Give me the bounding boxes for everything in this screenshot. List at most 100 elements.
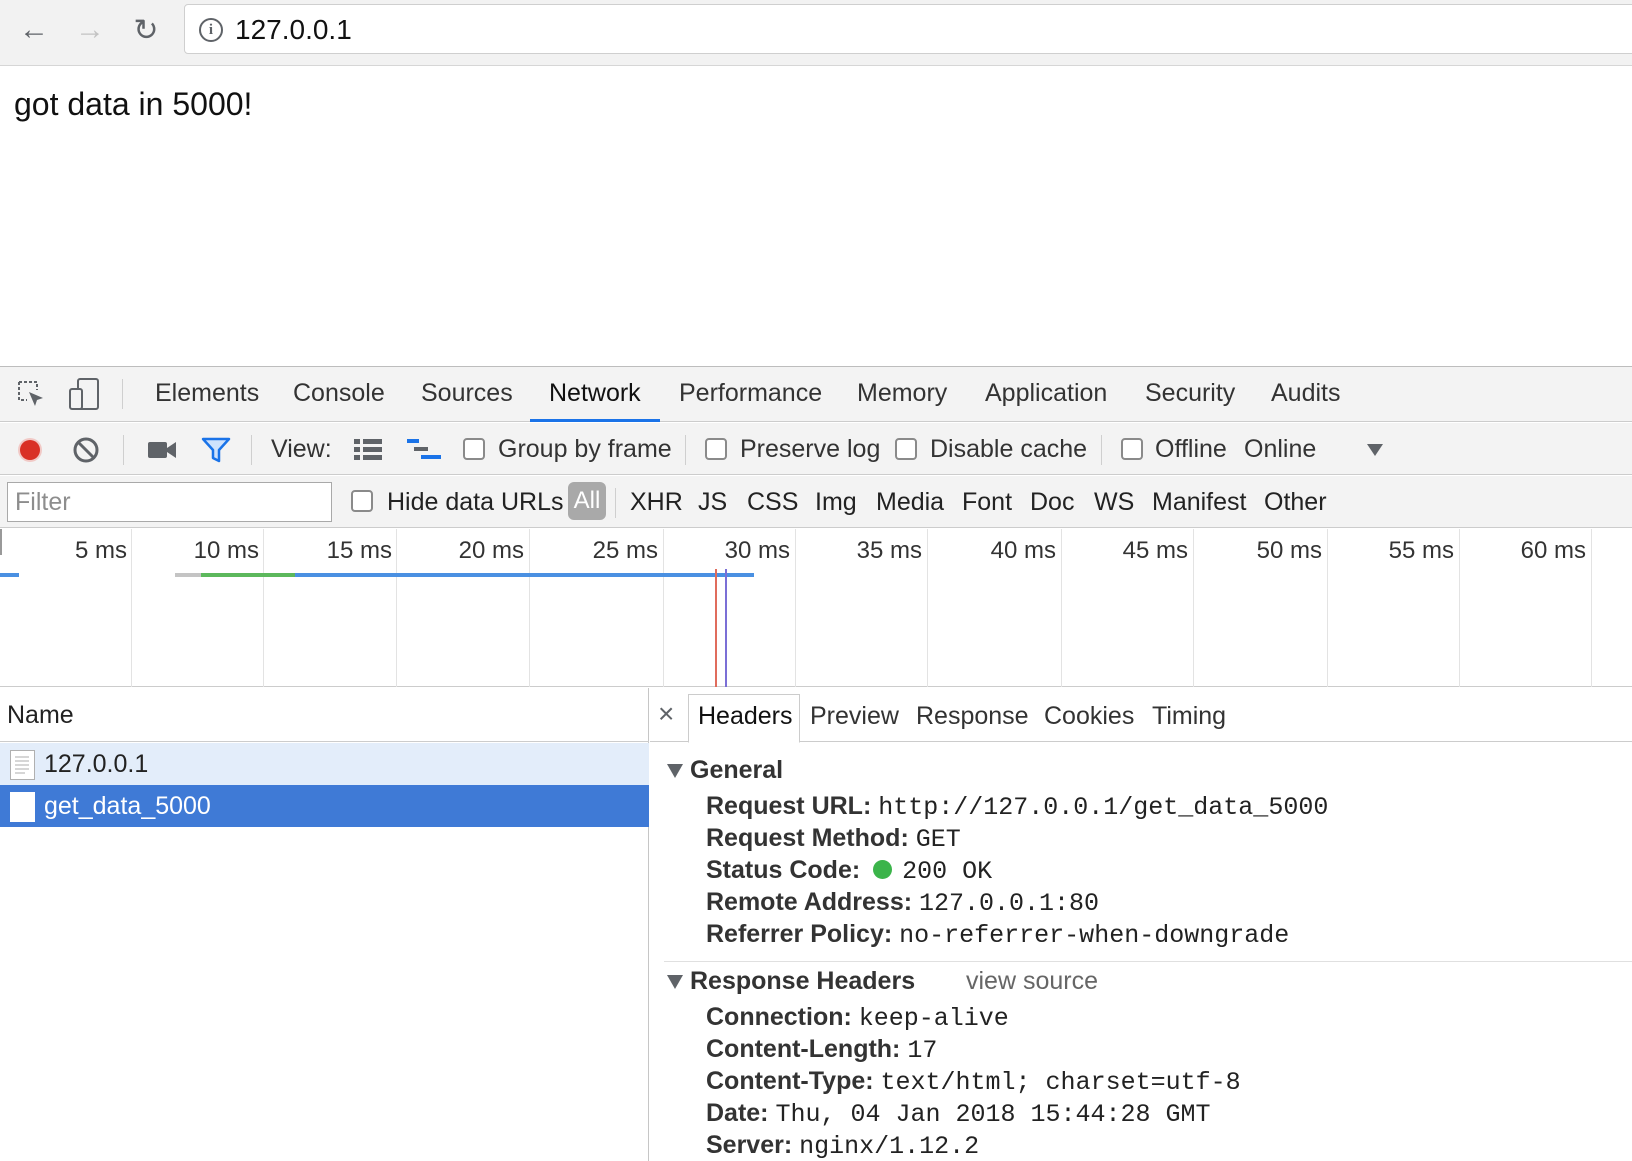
divider bbox=[615, 488, 616, 518]
type-filter-css[interactable]: CSS bbox=[747, 488, 798, 517]
tick-label: 10 ms bbox=[193, 537, 259, 564]
tab-application[interactable]: Application bbox=[985, 379, 1107, 408]
type-filter-manifest[interactable]: Manifest bbox=[1152, 488, 1246, 517]
tick-label: 60 ms bbox=[1520, 537, 1586, 564]
tick-label: 35 ms bbox=[856, 537, 922, 564]
info-icon[interactable]: i bbox=[199, 18, 223, 42]
tab-sources[interactable]: Sources bbox=[421, 379, 513, 408]
view-source-link[interactable]: view source bbox=[966, 967, 1098, 996]
tab-audits[interactable]: Audits bbox=[1271, 379, 1340, 408]
filter-icon[interactable] bbox=[201, 436, 231, 464]
type-filter-all[interactable]: All bbox=[568, 482, 606, 520]
tab-memory[interactable]: Memory bbox=[857, 379, 947, 408]
divider bbox=[122, 379, 123, 409]
preserve-log-checkbox[interactable] bbox=[705, 438, 727, 460]
grid-line bbox=[529, 529, 530, 687]
type-filter-doc[interactable]: Doc bbox=[1030, 488, 1074, 517]
type-filter-ws[interactable]: WS bbox=[1094, 488, 1134, 517]
waterfall-bar-connect bbox=[201, 573, 295, 577]
general-section-title[interactable]: General bbox=[690, 756, 783, 785]
disable-cache-checkbox[interactable] bbox=[895, 438, 917, 460]
tab-console[interactable]: Console bbox=[293, 379, 385, 408]
divider bbox=[123, 435, 124, 465]
divider bbox=[685, 435, 686, 465]
tab-preview[interactable]: Preview bbox=[810, 702, 899, 731]
tab-response[interactable]: Response bbox=[916, 702, 1029, 731]
grid-line bbox=[1327, 529, 1328, 687]
network-toolbar: View: Group by frame Preserve log Disabl… bbox=[0, 423, 1632, 475]
active-tab-indicator bbox=[530, 419, 660, 422]
group-by-frame-label: Group by frame bbox=[498, 435, 672, 463]
response-headers-section-title[interactable]: Response Headers bbox=[690, 967, 915, 996]
browser-toolbar: ← → ↻ i 127.0.0.1 bbox=[0, 0, 1632, 66]
collapse-triangle-icon[interactable] bbox=[667, 975, 683, 989]
request-details-panel: × Headers Preview Response Cookies Timin… bbox=[650, 688, 1632, 1161]
tab-headers[interactable]: Headers bbox=[698, 702, 793, 731]
request-row-selected[interactable]: get_data_5000 bbox=[0, 785, 649, 827]
clear-icon[interactable] bbox=[72, 436, 100, 464]
type-filter-img[interactable]: Img bbox=[815, 488, 857, 517]
forward-icon[interactable]: → bbox=[70, 10, 110, 50]
type-filter-font[interactable]: Font bbox=[962, 488, 1012, 517]
header-value: text/html; charset=utf-8 bbox=[880, 1068, 1241, 1097]
header-row: Request Method: GET bbox=[706, 824, 961, 854]
url-text[interactable]: 127.0.0.1 bbox=[235, 14, 352, 46]
request-name: get_data_5000 bbox=[44, 792, 211, 820]
filter-input[interactable] bbox=[7, 482, 332, 522]
tab-elements[interactable]: Elements bbox=[155, 379, 259, 408]
filter-bar: Hide data URLs All XHR JS CSS Img Media … bbox=[0, 476, 1632, 528]
header-key: Request Method: bbox=[706, 824, 909, 852]
request-row[interactable]: 127.0.0.1 bbox=[0, 743, 649, 785]
header-row: Connection: keep-alive bbox=[706, 1003, 1009, 1033]
header-key: Content-Length: bbox=[706, 1035, 901, 1063]
network-overview[interactable]: 5 ms 10 ms 15 ms 20 ms 25 ms 30 ms 35 ms… bbox=[0, 529, 1632, 687]
devtools-panel: Elements Console Sources Network Perform… bbox=[0, 366, 1632, 1161]
group-by-frame-checkbox[interactable] bbox=[463, 438, 485, 460]
type-filter-other[interactable]: Other bbox=[1264, 488, 1327, 517]
back-icon[interactable]: ← bbox=[14, 10, 54, 50]
header-value: GET bbox=[915, 825, 961, 854]
details-tab-bar: × Headers Preview Response Cookies Timin… bbox=[650, 688, 1632, 743]
device-toolbar-icon[interactable] bbox=[68, 377, 100, 411]
offline-checkbox[interactable] bbox=[1121, 438, 1143, 460]
tick-label: 50 ms bbox=[1256, 537, 1322, 564]
name-column-header[interactable]: Name bbox=[0, 688, 649, 742]
header-row: Remote Address: 127.0.0.1:80 bbox=[706, 888, 1099, 918]
close-icon[interactable]: × bbox=[658, 698, 674, 730]
tab-security[interactable]: Security bbox=[1145, 379, 1235, 408]
header-row: Request URL: http://127.0.0.1/get_data_5… bbox=[706, 792, 1328, 822]
hide-data-urls-checkbox[interactable] bbox=[351, 490, 373, 512]
waterfall-bar-download bbox=[295, 573, 754, 577]
offline-label: Offline bbox=[1155, 435, 1227, 463]
tab-performance[interactable]: Performance bbox=[679, 379, 822, 408]
tab-network[interactable]: Network bbox=[549, 379, 641, 408]
header-value: http://127.0.0.1/get_data_5000 bbox=[878, 793, 1329, 822]
tick-label: 5 ms bbox=[74, 537, 127, 564]
record-icon[interactable] bbox=[16, 436, 44, 464]
view-label: View: bbox=[271, 435, 332, 463]
tick-label: 20 ms bbox=[458, 537, 524, 564]
grid-line bbox=[131, 529, 132, 687]
address-bar[interactable]: i 127.0.0.1 bbox=[184, 4, 1632, 54]
throttling-select[interactable]: Online bbox=[1244, 435, 1316, 464]
type-filter-js[interactable]: JS bbox=[698, 488, 727, 517]
tab-cookies[interactable]: Cookies bbox=[1044, 702, 1134, 731]
tab-timing[interactable]: Timing bbox=[1152, 702, 1226, 731]
large-rows-icon[interactable] bbox=[354, 438, 382, 462]
header-key: Remote Address: bbox=[706, 888, 913, 916]
type-filter-media[interactable]: Media bbox=[876, 488, 944, 517]
collapse-triangle-icon[interactable] bbox=[667, 764, 683, 778]
header-row: Referrer Policy: no-referrer-when-downgr… bbox=[706, 920, 1289, 950]
reload-icon[interactable]: ↻ bbox=[126, 10, 166, 50]
type-filter-xhr[interactable]: XHR bbox=[630, 488, 683, 517]
header-value: 127.0.0.1:80 bbox=[919, 889, 1100, 918]
grid-line bbox=[263, 529, 264, 687]
section-divider bbox=[664, 961, 1632, 962]
waterfall-overview-icon[interactable] bbox=[407, 438, 441, 462]
throttling-dropdown-icon[interactable] bbox=[1366, 443, 1384, 457]
inspect-element-icon[interactable] bbox=[16, 379, 46, 409]
grid-line bbox=[927, 529, 928, 687]
header-key: Referrer Policy: bbox=[706, 920, 893, 948]
capture-screenshots-icon[interactable] bbox=[147, 439, 177, 461]
preserve-log-label: Preserve log bbox=[740, 435, 881, 463]
